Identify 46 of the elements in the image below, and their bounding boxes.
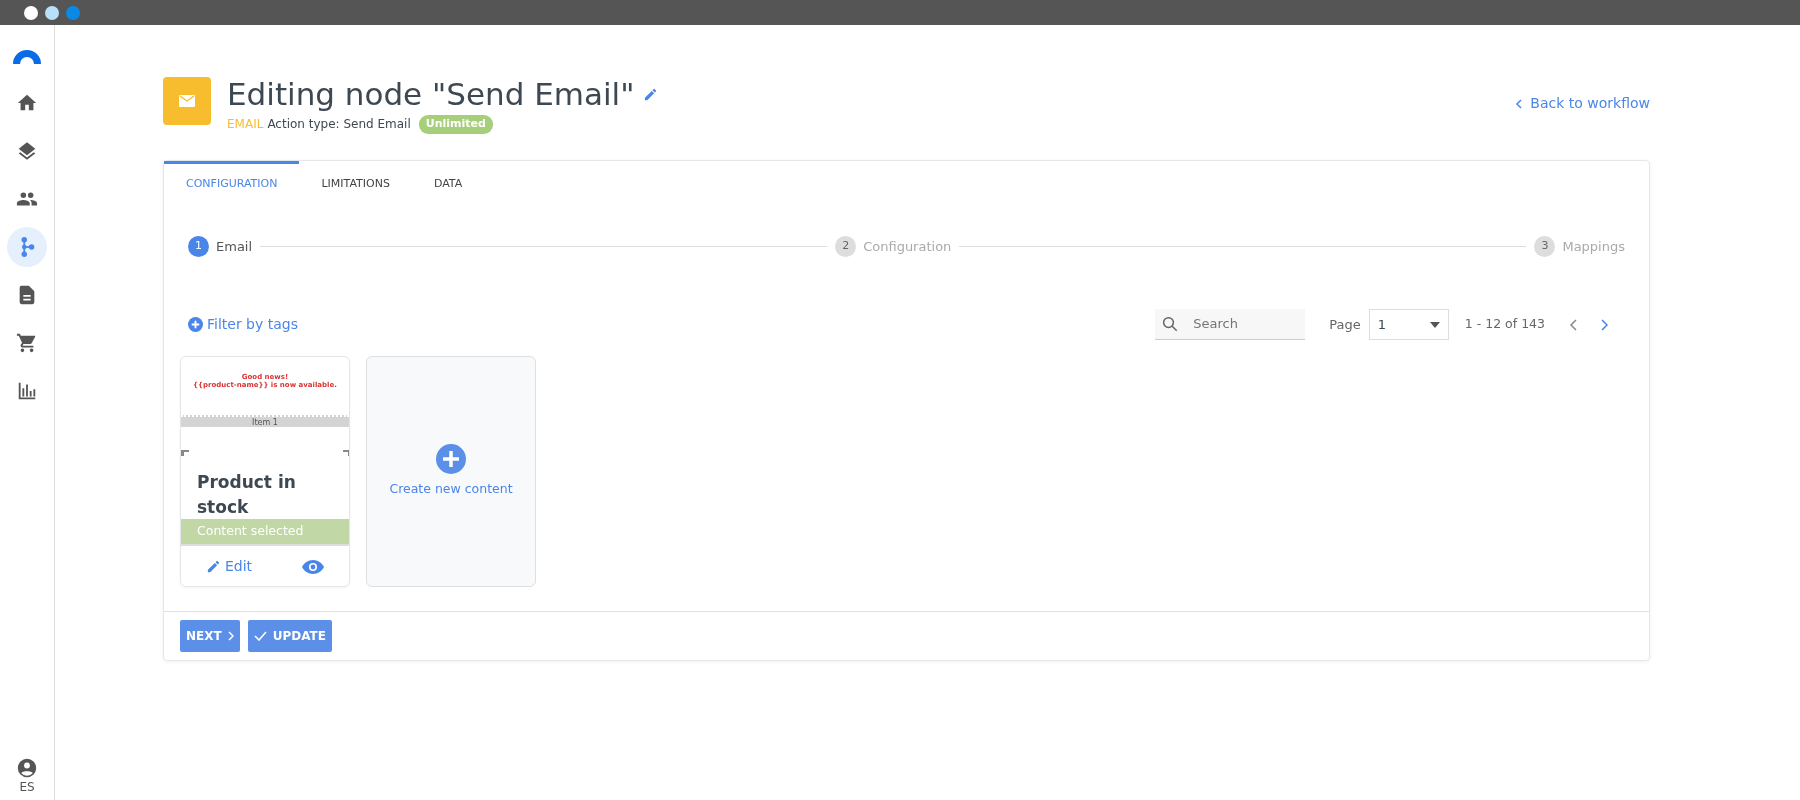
update-button[interactable]: UPDATE: [247, 620, 332, 653]
page-select[interactable]: 1: [1368, 309, 1449, 341]
sidebar-item[interactable]: [7, 227, 47, 267]
back-link[interactable]: Back to workflow: [1515, 93, 1650, 114]
selected-status-bar: Content selected: [181, 519, 349, 547]
stepper-step: 3 Mappings: [1534, 236, 1625, 258]
chevron-right-icon: [227, 631, 234, 642]
eye-icon: [302, 559, 325, 574]
edit-link[interactable]: Edit: [205, 555, 253, 577]
page-range-text: 1 - 12 of 143: [1464, 315, 1545, 334]
search-bar[interactable]: Search: [1155, 309, 1306, 341]
action-type-text: Action type: Send Email: [267, 116, 411, 134]
card-title: Product in stock: [196, 471, 297, 519]
logo-icon: [13, 47, 41, 64]
pencil-icon: [205, 558, 221, 574]
user-initials: ES: [19, 779, 35, 796]
pencil-icon[interactable]: [642, 86, 658, 102]
plus-circle-icon: [188, 317, 203, 333]
page-title: Editing node "Send Email": [227, 77, 635, 112]
type-label: EMAIL: [227, 116, 264, 134]
next-button[interactable]: NEXT: [180, 620, 240, 653]
window-minimize-control[interactable]: [45, 5, 59, 20]
stepper-step: 1 Email: [188, 236, 253, 258]
tab[interactable]: DATA: [411, 160, 485, 205]
chevron-left-icon: [1515, 98, 1523, 109]
layers-icon: [16, 140, 38, 162]
stepper-step: 2 Configuration: [835, 236, 952, 258]
plus-circle-icon: [436, 444, 466, 475]
chevron-right-icon: [1601, 319, 1609, 332]
window-close-control[interactable]: [24, 5, 38, 20]
chevron-left-icon: [1569, 319, 1577, 332]
search-field[interactable]: Search: [1191, 313, 1292, 335]
tab[interactable]: CONFIGURATION: [164, 160, 300, 205]
caret-down-icon: [1429, 321, 1440, 328]
tab[interactable]: LIMITATIONS: [299, 160, 412, 205]
preview-item-bar: Item 1: [181, 415, 349, 428]
create-content-card[interactable]: Create new content: [366, 356, 536, 588]
user-avatar-icon: [17, 758, 37, 778]
search-icon: [1161, 315, 1180, 334]
envelope-icon: [179, 95, 195, 107]
page-label: Page: [1329, 315, 1361, 334]
cart-icon: [16, 332, 38, 354]
status-badge: Unlimited: [418, 115, 493, 134]
filter-by-tags-link[interactable]: Filter by tags: [188, 314, 298, 336]
bar-chart-icon: [16, 380, 38, 402]
check-icon: [253, 631, 267, 642]
